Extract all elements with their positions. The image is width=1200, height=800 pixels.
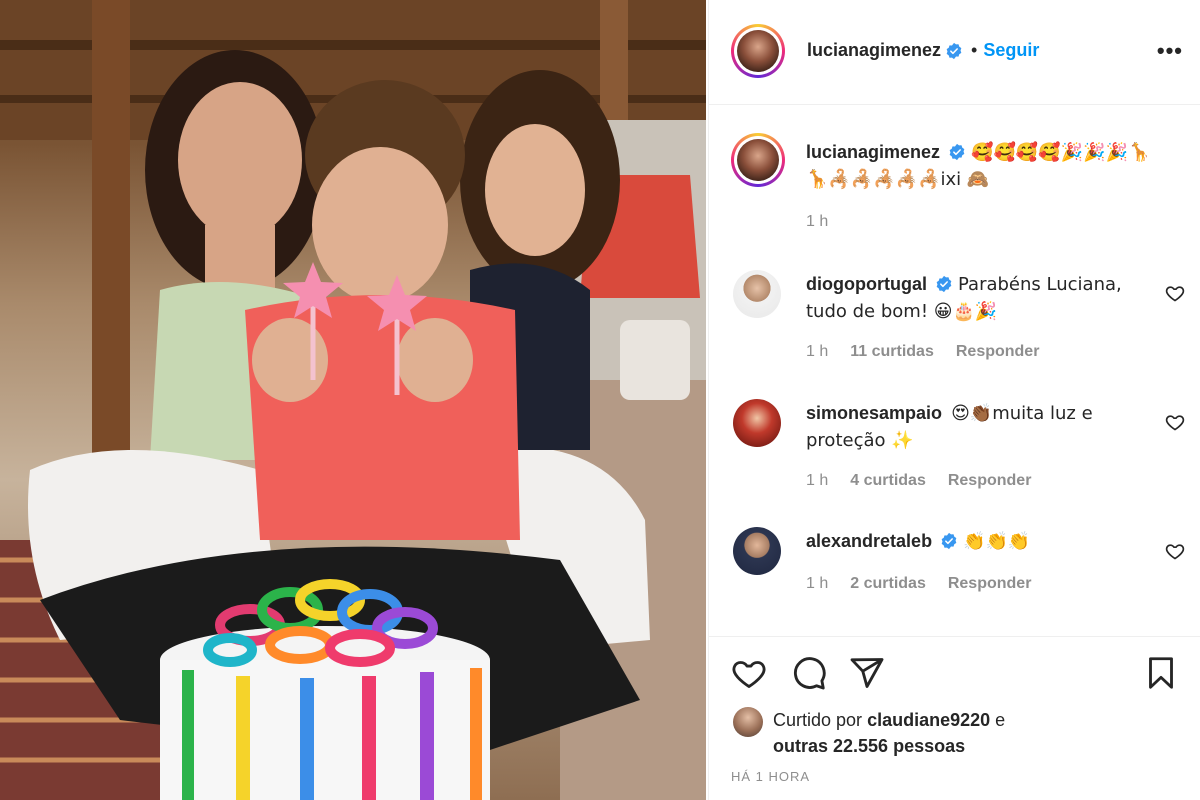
comment-username[interactable]: alexandretaleb xyxy=(806,531,932,551)
comment-bubble-icon[interactable] xyxy=(791,655,827,691)
like-comment-heart-icon[interactable] xyxy=(1165,541,1185,561)
comment-item: diogoportugal Parabéns Luciana, tudo de … xyxy=(806,271,1156,325)
author-username[interactable]: lucianagimenez xyxy=(807,40,941,61)
liked-by-others[interactable]: outras 22.556 pessoas xyxy=(773,736,965,756)
comment-likes[interactable]: 4 curtidas xyxy=(850,472,926,490)
comment-avatar[interactable] xyxy=(733,270,781,318)
comment-username[interactable]: simonesampaio xyxy=(806,403,942,423)
post-timestamp[interactable]: HÁ 1 HORA xyxy=(731,769,810,784)
caption-username[interactable]: lucianagimenez xyxy=(806,142,940,162)
verified-badge-icon xyxy=(941,532,957,550)
photo-illustration xyxy=(0,0,706,800)
liked-by-prefix: Curtido por xyxy=(773,710,863,730)
comments-list[interactable]: lucianagimenez 🥰🥰🥰🥰🎉🎉🎉🦒🦒🦂🦂🦂🦂🦂ixi 🙈 1 h d… xyxy=(709,105,1200,635)
comment-avatar[interactable] xyxy=(733,527,781,575)
comment-meta: 1 h 4 curtidas Responder xyxy=(806,472,1031,490)
author-avatar[interactable] xyxy=(731,24,785,78)
caption: lucianagimenez 🥰🥰🥰🥰🎉🎉🎉🦒🦒🦂🦂🦂🦂🦂ixi 🙈 xyxy=(806,139,1156,193)
more-options-icon[interactable]: ••• xyxy=(1157,38,1183,64)
liker-avatar[interactable] xyxy=(733,707,763,737)
post-sidebar: lucianagimenez • Seguir ••• lucianagimen… xyxy=(708,0,1200,800)
post-actions: Curtido por claudiane9220 e outras 22.55… xyxy=(709,636,1200,800)
like-comment-heart-icon[interactable] xyxy=(1165,412,1185,432)
comment-avatar[interactable] xyxy=(733,399,781,447)
comment-username[interactable]: diogoportugal xyxy=(806,274,927,294)
reply-button[interactable]: Responder xyxy=(948,472,1032,490)
reply-button[interactable]: Responder xyxy=(956,343,1040,361)
liked-by: Curtido por claudiane9220 e outras 22.55… xyxy=(733,707,1005,759)
header-separator: • xyxy=(971,40,978,60)
comment-time[interactable]: 1 h xyxy=(806,575,828,593)
comment-meta: 1 h 11 curtidas Responder xyxy=(806,343,1039,361)
like-heart-icon[interactable] xyxy=(731,655,767,691)
liked-by-mid: e xyxy=(995,710,1006,730)
comment-time[interactable]: 1 h xyxy=(806,343,828,361)
liked-by-user[interactable]: claudiane9220 xyxy=(867,710,990,730)
comment-likes[interactable]: 11 curtidas xyxy=(850,343,934,361)
share-send-icon[interactable] xyxy=(849,655,885,691)
post-photo[interactable] xyxy=(0,0,706,800)
comment-meta: 1 h 2 curtidas Responder xyxy=(806,575,1031,593)
comment-text: 👏👏👏 xyxy=(963,531,1031,552)
post-header: lucianagimenez • Seguir ••• xyxy=(709,0,1200,105)
verified-badge-icon xyxy=(949,143,965,161)
verified-badge-icon xyxy=(946,42,962,59)
caption-time[interactable]: 1 h xyxy=(806,213,828,231)
caption-meta: 1 h xyxy=(806,213,828,231)
caption-author-avatar[interactable] xyxy=(731,133,785,187)
comment-likes[interactable]: 2 curtidas xyxy=(850,575,926,593)
like-comment-heart-icon[interactable] xyxy=(1165,283,1185,303)
comment-time[interactable]: 1 h xyxy=(806,472,828,490)
verified-badge-icon xyxy=(936,275,952,293)
follow-button[interactable]: Seguir xyxy=(983,40,1039,61)
reply-button[interactable]: Responder xyxy=(948,575,1032,593)
comment-item: simonesampaio 😍👏🏾muita luz e proteção ✨ xyxy=(806,400,1156,454)
comment-item: alexandretaleb 👏👏👏 xyxy=(806,528,1156,555)
save-bookmark-icon[interactable] xyxy=(1143,655,1179,691)
